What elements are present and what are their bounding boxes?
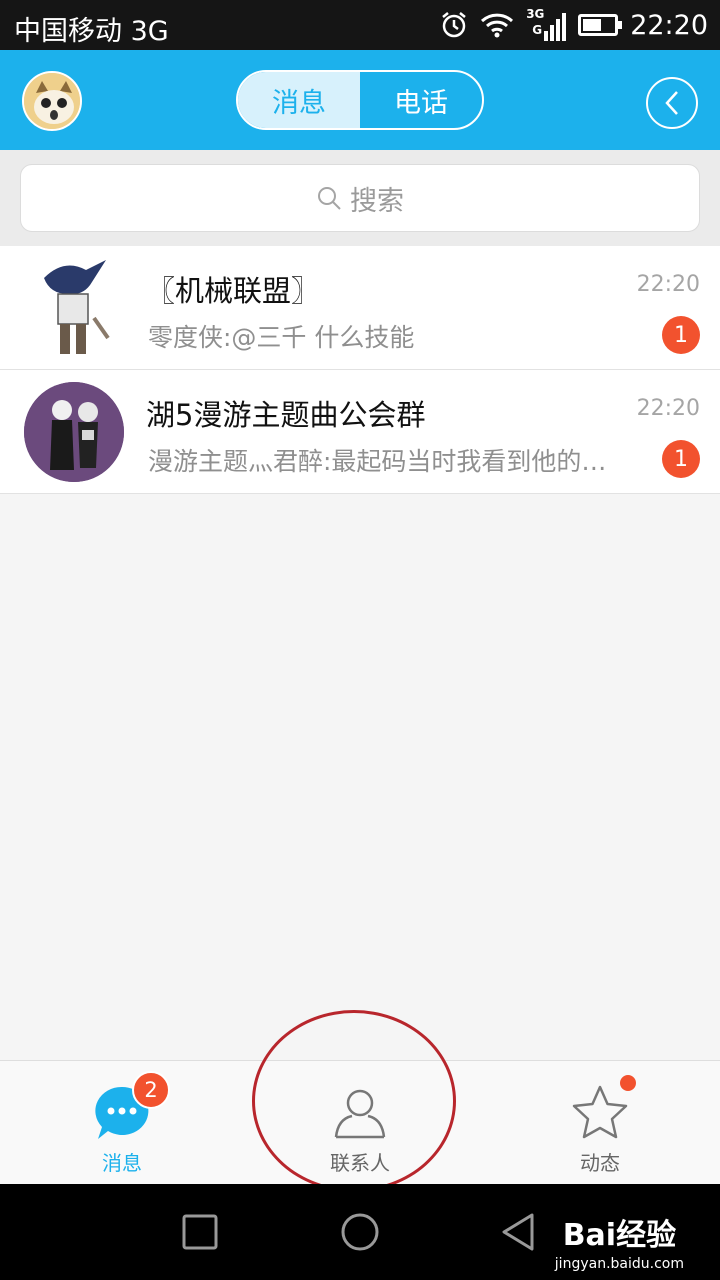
conversation-time: 22:20 bbox=[636, 396, 700, 421]
header-segment-control: 消息 电话 bbox=[236, 70, 484, 130]
battery-icon bbox=[578, 14, 623, 36]
status-time: 22:20 bbox=[630, 9, 708, 41]
conversation-time: 22:20 bbox=[636, 272, 700, 297]
tab-contacts[interactable]: 联系人 bbox=[260, 1061, 460, 1185]
system-nav-bar: Bai经验 jingyan.baidu.com bbox=[0, 1184, 720, 1280]
app-header: 消息 电话 bbox=[0, 50, 720, 150]
tab-contacts-label: 联系人 bbox=[330, 1151, 390, 1175]
status-icons: 3G G 22:20 bbox=[440, 0, 708, 50]
watermark-url: jingyan.baidu.com bbox=[554, 1256, 684, 1272]
anime-character-avatar-icon bbox=[24, 258, 124, 358]
back-button[interactable] bbox=[646, 77, 698, 129]
watermark-brand: Bai经验 bbox=[562, 1218, 677, 1253]
my-avatar[interactable] bbox=[22, 71, 82, 131]
alarm-icon bbox=[442, 12, 466, 38]
search-placeholder: 搜索 bbox=[350, 185, 404, 217]
search-input[interactable]: 搜索 bbox=[20, 164, 700, 232]
carrier-name: 中国移动 3G bbox=[14, 16, 169, 47]
recents-button-icon[interactable] bbox=[182, 1214, 218, 1250]
messages-count-badge: 2 bbox=[132, 1071, 170, 1109]
conversation-row[interactable]: 湖5漫游主题曲公会群 22:20 漫游主题灬君醉:最起码当时我看到他的… 1 bbox=[0, 370, 720, 494]
tab-moments-label: 动态 bbox=[580, 1151, 620, 1175]
star-icon bbox=[570, 1075, 636, 1143]
cat-avatar-icon bbox=[24, 73, 80, 129]
bottom-tab-bar: 2 消息 联系人 动态 bbox=[0, 1060, 720, 1184]
search-area: 搜索 bbox=[0, 150, 720, 246]
anime-duo-avatar-icon bbox=[24, 382, 124, 482]
new-activity-dot bbox=[620, 1075, 636, 1091]
search-icon bbox=[318, 187, 341, 210]
group-avatar bbox=[24, 258, 124, 358]
signal-bars-icon bbox=[544, 13, 567, 41]
conversation-preview: 零度侠:@三千 什么技能 bbox=[148, 323, 415, 352]
cellular-signal: 3G G bbox=[526, 7, 567, 43]
back-nav-icon[interactable] bbox=[500, 1212, 536, 1252]
status-bar: 中国移动 3G 3G G 22:20 bbox=[0, 0, 720, 50]
tab-messages-bottom[interactable]: 2 消息 bbox=[22, 1061, 222, 1185]
chat-bubble-icon: 2 bbox=[92, 1071, 170, 1143]
conversation-name: 湖5漫游主题曲公会群 bbox=[146, 398, 426, 432]
unread-badge: 1 bbox=[662, 316, 700, 354]
conversation-row[interactable]: 〖机械联盟〗 22:20 零度侠:@三千 什么技能 1 bbox=[0, 246, 720, 370]
tab-calls[interactable]: 电话 bbox=[360, 72, 482, 128]
chevron-left-icon bbox=[665, 91, 678, 115]
unread-badge: 1 bbox=[662, 440, 700, 478]
conversation-preview: 漫游主题灬君醉:最起码当时我看到他的… bbox=[148, 447, 607, 476]
conversation-list: 〖机械联盟〗 22:20 零度侠:@三千 什么技能 1 湖5漫游主题曲公会群 2… bbox=[0, 246, 720, 494]
baidu-watermark: Bai经验 jingyan.baidu.com bbox=[555, 1210, 684, 1272]
home-button-icon[interactable] bbox=[340, 1212, 380, 1252]
tab-messages-label: 消息 bbox=[102, 1151, 142, 1175]
tab-messages[interactable]: 消息 bbox=[238, 72, 360, 128]
person-icon bbox=[330, 1083, 390, 1143]
group-avatar bbox=[24, 382, 124, 482]
conversation-name: 〖机械联盟〗 bbox=[146, 274, 321, 308]
tab-moments[interactable]: 动态 bbox=[500, 1061, 700, 1185]
wifi-icon bbox=[481, 13, 514, 38]
